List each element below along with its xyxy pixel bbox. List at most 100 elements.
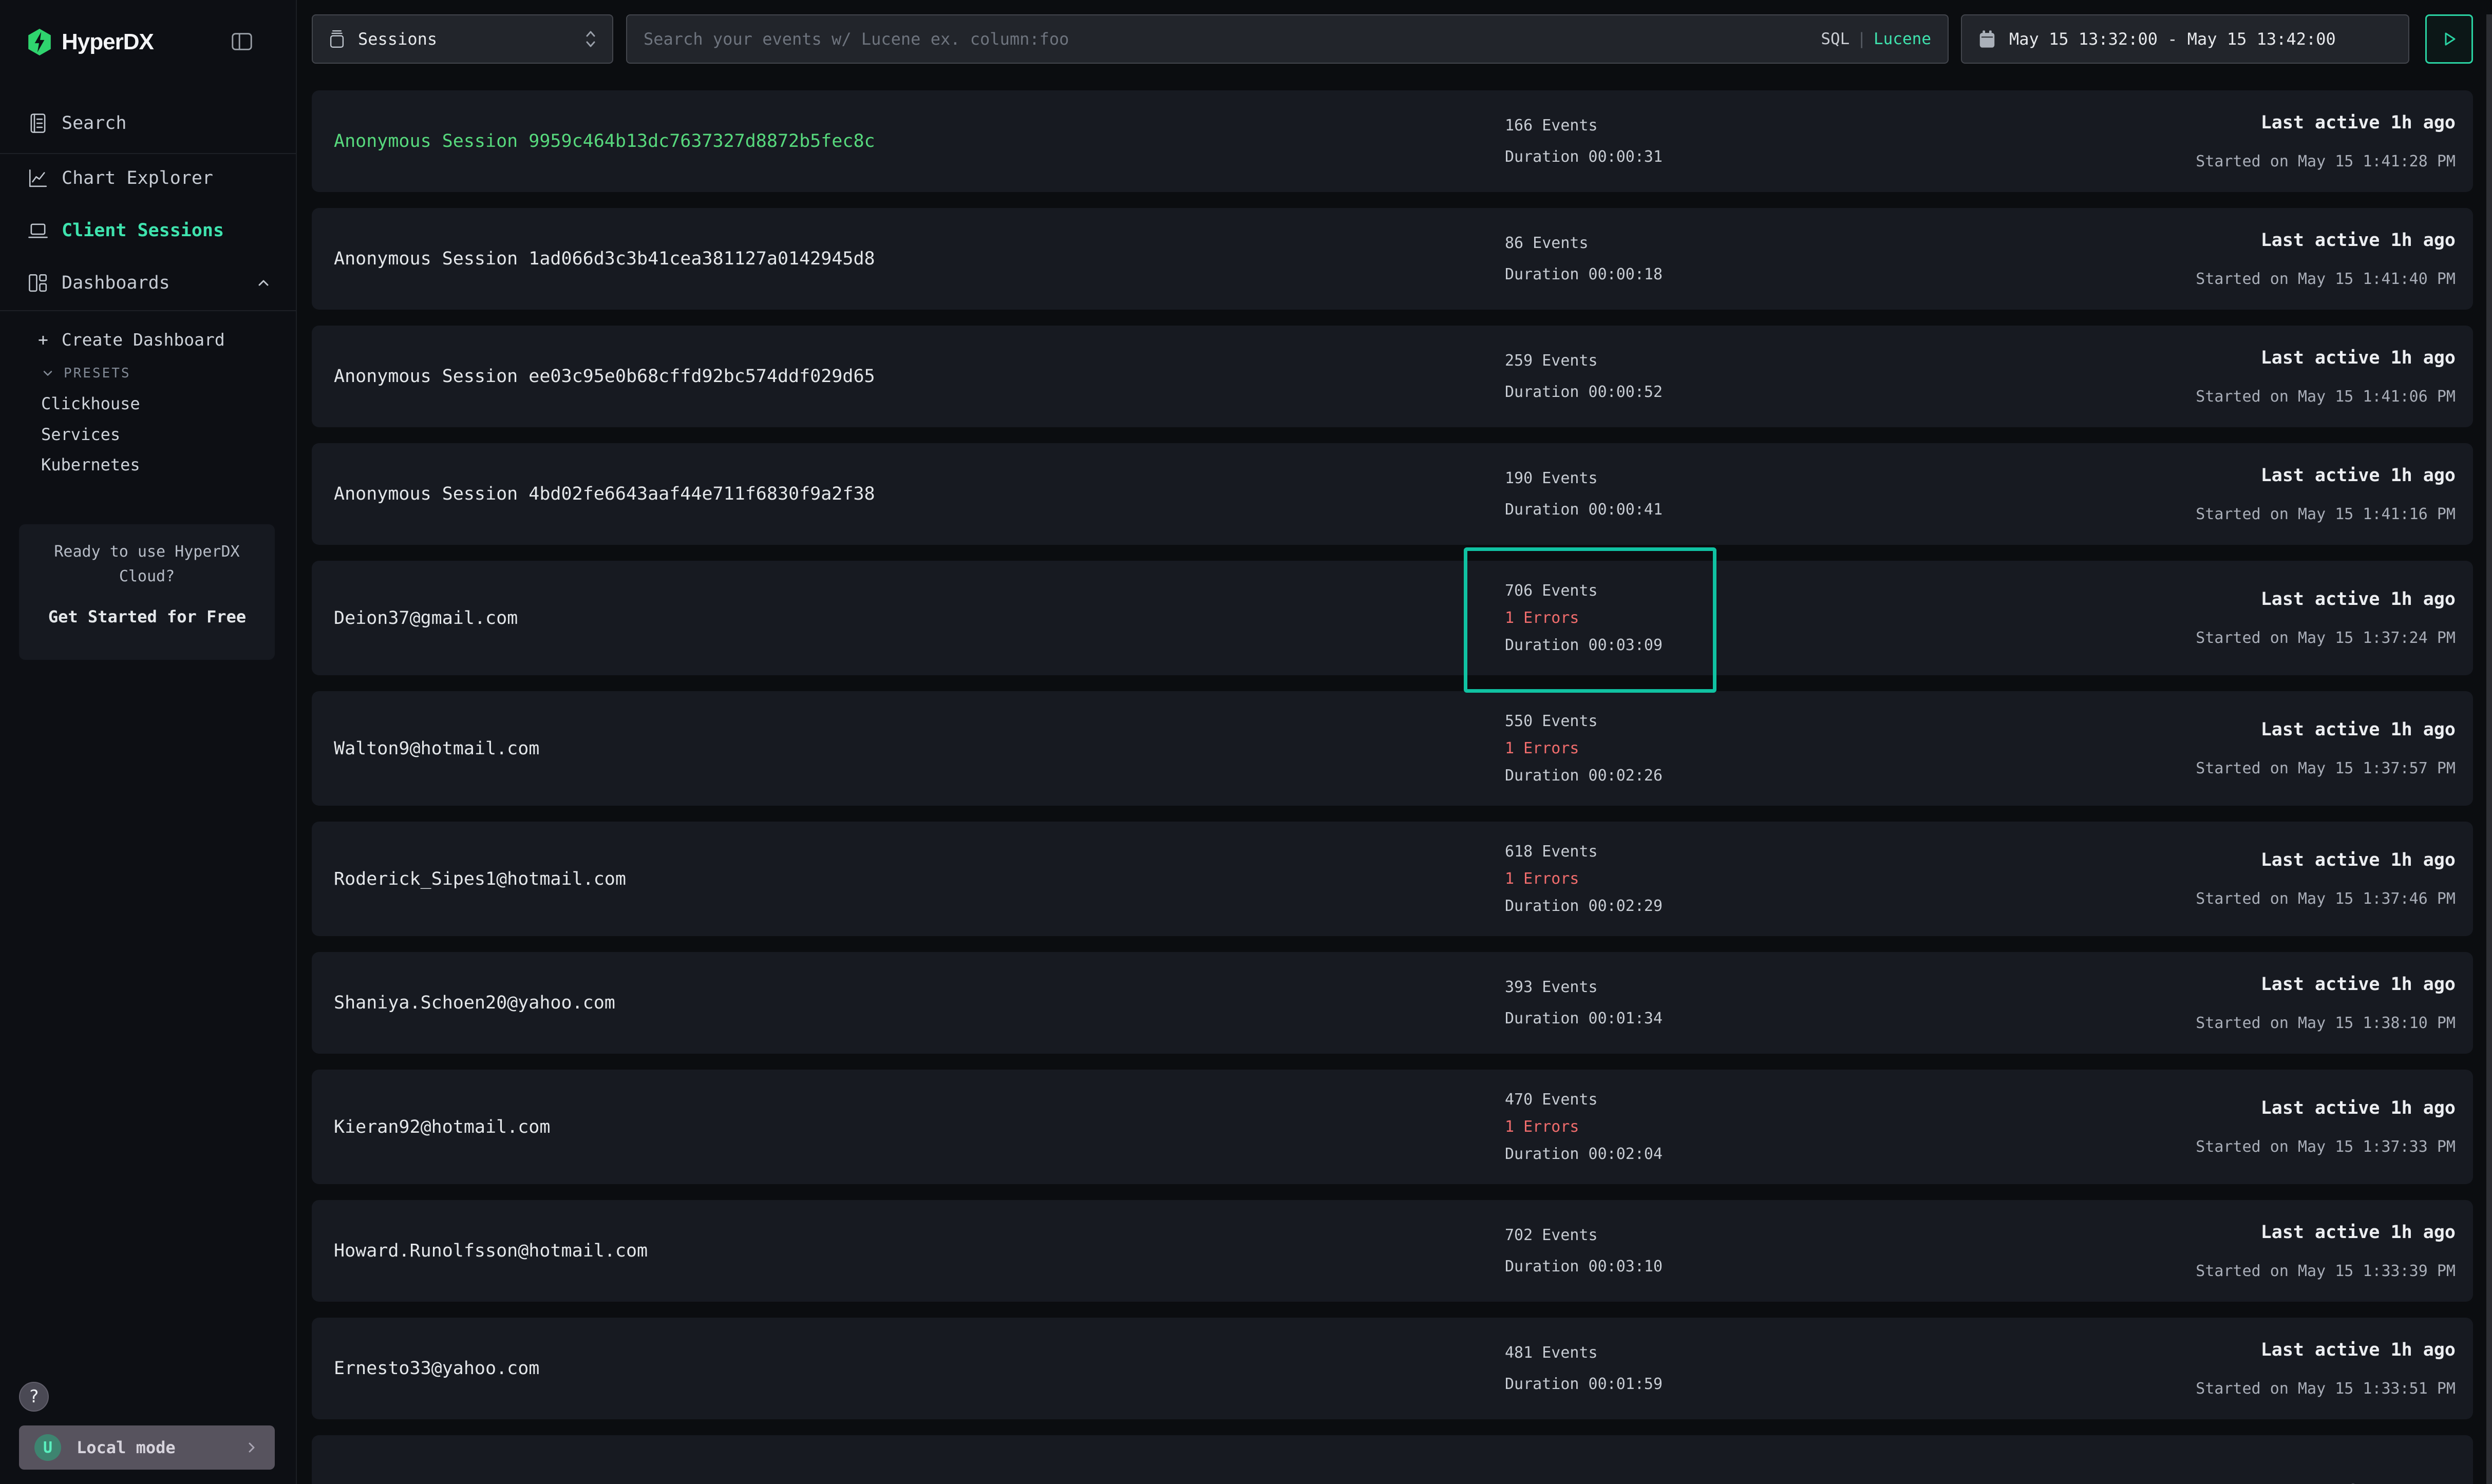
session-events: 393 Events [1505,978,1663,996]
sidebar-preset-services[interactable]: Services [0,420,296,449]
session-name: Kieran92@hotmail.com [334,1117,550,1137]
create-dashboard-button[interactable]: + Create Dashboard [0,324,296,355]
session-duration: Duration 00:02:29 [1505,897,1663,915]
sidebar-item-client-sessions[interactable]: Client Sessions [0,207,296,254]
chevron-up-icon[interactable] [256,275,271,291]
session-started: Started on May 15 1:41:28 PM [2196,153,2456,170]
session-last-active: Last active 1h ago [2196,1098,2456,1118]
bolt-logo-icon [27,28,52,56]
session-last-active: Last active 1h ago [2196,348,2456,368]
session-events: 702 Events [1505,1226,1663,1244]
session-stats: 393 Events Duration 00:01:34 [1505,952,1663,1054]
session-started: Started on May 15 1:37:24 PM [2196,629,2456,647]
session-times: Last active 1h ago Started on May 15 1:4… [2196,90,2456,192]
preset-label: Clickhouse [41,394,140,413]
session-name: Anonymous Session ee03c95e0b68cffd92bc57… [334,366,875,387]
session-started: Started on May 15 1:41:06 PM [2196,388,2456,406]
sidebar-item-label: Chart Explorer [62,168,213,188]
preset-label: Kubernetes [41,455,140,474]
sidebar-item-label: Dashboards [62,273,170,293]
session-row[interactable]: Kieran92@hotmail.com 470 Events 1 Errors… [312,1070,2473,1184]
session-started: Started on May 15 1:38:10 PM [2196,1014,2456,1032]
session-errors: 1 Errors [1505,609,1663,627]
session-stats: 470 Events 1 Errors Duration 00:02:04 [1505,1070,1663,1184]
session-last-active: Last active 1h ago [2196,719,2456,740]
session-errors: 1 Errors [1505,870,1663,888]
sidebar-item-label: Search [62,113,126,134]
session-times: Last active 1h ago Started on May 15 1:4… [2196,443,2456,545]
session-name: Walton9@hotmail.com [334,738,539,759]
app-title: HyperDX [62,29,154,55]
session-last-active: Last active 1h ago [2196,230,2456,251]
session-times: Last active 1h ago Started on May 15 1:4… [2196,208,2456,310]
session-duration: Duration 00:01:34 [1505,1010,1663,1028]
session-row[interactable]: Ernesto33@yahoo.com 481 Events Duration … [312,1318,2473,1419]
session-started: Started on May 15 1:37:57 PM [2196,759,2456,777]
session-started: Started on May 15 1:37:46 PM [2196,890,2456,908]
session-started: Started on May 15 1:33:51 PM [2196,1380,2456,1398]
session-duration: Duration 00:00:41 [1505,501,1663,519]
session-times: Last active 1h ago [2261,1435,2456,1484]
cloud-promo-title: Ready to use HyperDX Cloud? [19,540,275,589]
session-name: Anonymous Session 9959c464b13dc7637327d8… [334,131,875,151]
session-list: Anonymous Session 9959c464b13dc7637327d8… [0,0,2492,1484]
sidebar-preset-kubernetes[interactable]: Kubernetes [0,450,296,479]
sidebar-collapse-icon[interactable] [229,29,255,54]
session-row[interactable]: Shaniya.Schoen20@yahoo.com 393 Events Du… [312,952,2473,1054]
session-errors: 1 Errors [1505,1118,1663,1136]
session-events: 618 Events [1505,843,1663,861]
session-events: 706 Events [1505,582,1663,600]
get-started-button[interactable]: Get Started for Free [35,593,259,640]
session-row[interactable]: Walton9@hotmail.com 550 Events 1 Errors … [312,691,2473,806]
session-last-active: Last active 1h ago [2196,850,2456,870]
sidebar-divider [0,153,296,154]
sidebar-preset-clickhouse[interactable]: Clickhouse [0,389,296,418]
session-last-active: Last active 1h ago [2196,589,2456,610]
session-times: Last active 1h ago Started on May 15 1:3… [2196,1070,2456,1184]
session-times: Last active 1h ago Started on May 15 1:3… [2196,691,2456,806]
app-logo: HyperDX [27,27,275,58]
session-row[interactable]: Deion37@gmail.com 706 Events 1 Errors Du… [312,561,2473,675]
session-duration: Duration 00:03:09 [1505,636,1663,654]
sidebar-item-search[interactable]: Search [0,100,296,147]
session-times: Last active 1h ago Started on May 15 1:3… [2196,1318,2456,1419]
help-button[interactable]: ? [19,1382,49,1412]
session-last-active: Last active 1h ago [2196,1340,2456,1360]
session-stats: 702 Events Duration 00:03:10 [1505,1200,1663,1302]
chevron-down-icon [41,367,64,380]
session-times: Last active 1h ago Started on May 15 1:4… [2196,326,2456,427]
session-stats: 166 Events Duration 00:00:31 [1505,90,1663,192]
session-stats: 618 Events 1 Errors Duration 00:02:29 [1505,822,1663,936]
session-duration: Duration 00:02:26 [1505,767,1663,785]
session-started: Started on May 15 1:33:39 PM [2196,1262,2456,1280]
session-events: 259 Events [1505,352,1663,370]
presets-toggle[interactable]: PRESETS [0,359,296,388]
session-duration: Duration 00:00:31 [1505,148,1663,166]
session-row[interactable]: Pearl43@hotmail.com 554 Events Last acti… [312,1435,2473,1484]
session-events: 86 Events [1505,234,1663,252]
sidebar-item-chart-explorer[interactable]: Chart Explorer [0,155,296,202]
session-row[interactable]: Howard.Runolfsson@hotmail.com 702 Events… [312,1200,2473,1302]
session-row[interactable]: Anonymous Session 9959c464b13dc7637327d8… [312,90,2473,192]
session-name: Roderick_Sipes1@hotmail.com [334,869,626,889]
session-name: Pearl43@hotmail.com [334,1482,539,1484]
session-row[interactable]: Anonymous Session 1ad066d3c3b41cea381127… [312,208,2473,310]
session-name: Anonymous Session 1ad066d3c3b41cea381127… [334,249,875,269]
session-row[interactable]: Anonymous Session ee03c95e0b68cffd92bc57… [312,326,2473,427]
session-row[interactable]: Anonymous Session 4bd02fe6643aaf44e711f6… [312,443,2473,545]
session-last-active: Last active 1h ago [2196,1222,2456,1243]
sidebar-item-dashboards[interactable]: Dashboards [0,259,296,307]
journal-search-icon [27,112,49,135]
session-events: 550 Events [1505,712,1663,730]
scrollbar[interactable] [2486,14,2492,1484]
session-row[interactable]: Roderick_Sipes1@hotmail.com 618 Events 1… [312,822,2473,936]
local-mode-menu[interactable]: U Local mode [19,1425,275,1470]
session-duration: Duration 00:00:18 [1505,265,1663,283]
laptop-icon [27,219,49,242]
local-mode-label: Local mode [77,1438,176,1457]
session-stats: 554 Events [1505,1435,1598,1484]
session-duration: Duration 00:01:59 [1505,1375,1663,1393]
session-started: Started on May 15 1:41:16 PM [2196,505,2456,523]
session-times: Last active 1h ago Started on May 15 1:3… [2196,822,2456,936]
session-last-active: Last active 1h ago [2196,112,2456,133]
